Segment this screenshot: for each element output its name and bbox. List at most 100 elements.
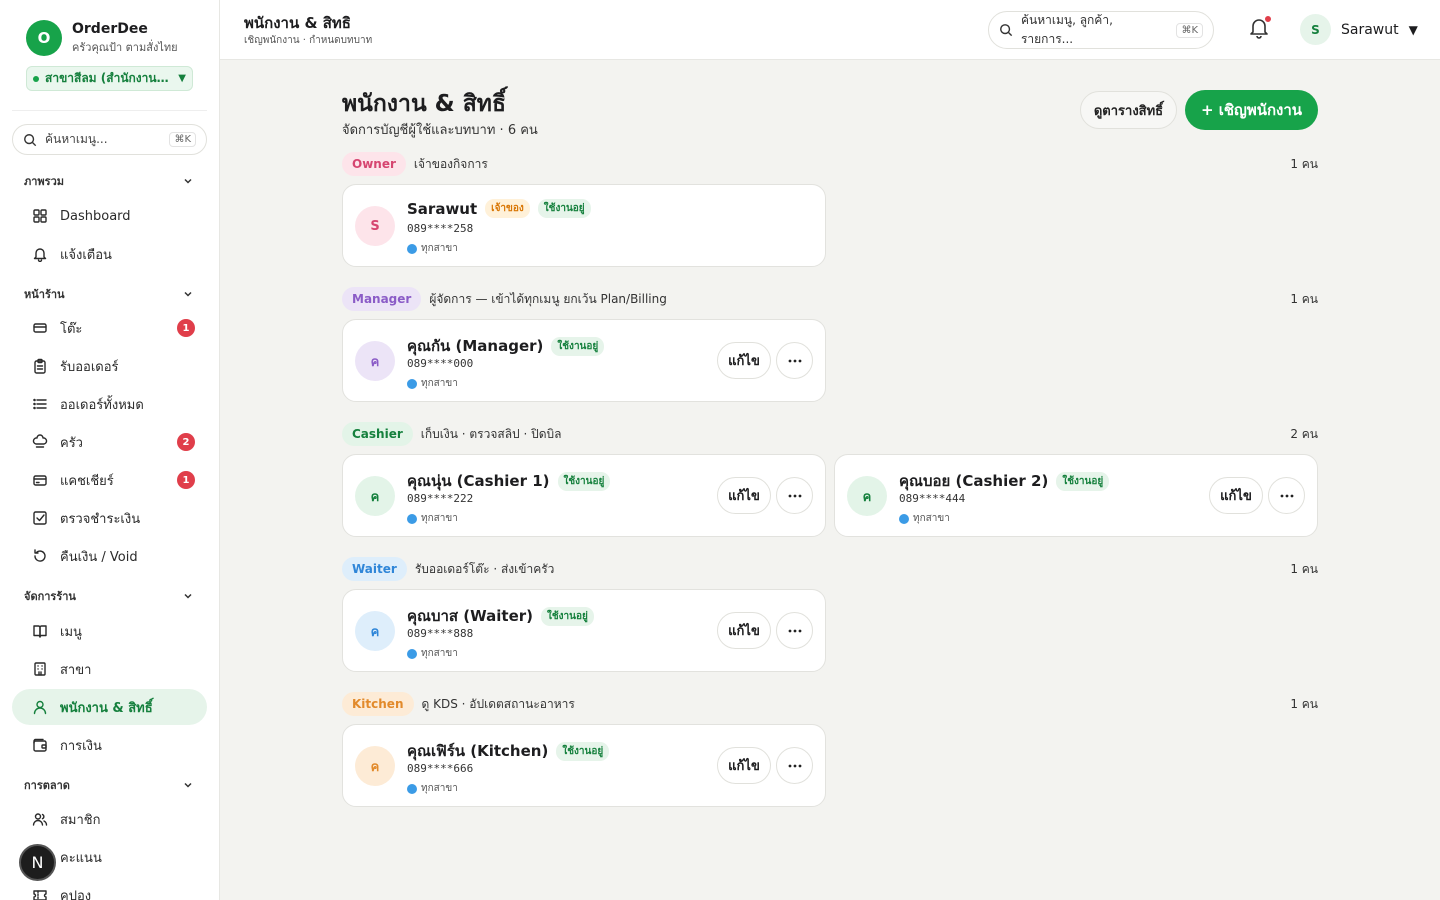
- user-name: Sarawut: [1341, 21, 1399, 38]
- role-group-header: Owner เจ้าของกิจการ 1 คน: [342, 152, 1318, 176]
- role-pill: Manager: [342, 287, 422, 311]
- sidebar-item-label: คะแนน: [60, 850, 102, 866]
- sidebar-item[interactable]: พนักงาน & สิทธิ์: [12, 689, 207, 725]
- global-search[interactable]: ค้นหาเมนู, ลูกค้า, รายการ... ⌘K: [988, 11, 1214, 49]
- sidebar-item-label: ตรวจชำระเงิน: [60, 511, 141, 527]
- staff-name: คุณนุ่น (Cashier 1): [407, 472, 550, 490]
- globe-icon: [899, 513, 909, 524]
- role-description: เก็บเงิน · ตรวจสลิป · ปิดบิล: [420, 426, 562, 441]
- role-description: รับออเดอร์โต๊ะ · ส่งเข้าครัว: [414, 561, 555, 576]
- more-options-button[interactable]: [776, 612, 813, 649]
- chevron-down-icon: ▼: [178, 73, 186, 84]
- sidebar-item[interactable]: แจ้งเตือน: [12, 236, 207, 272]
- topbar-title: พนักงาน & สิทธิ: [244, 14, 351, 32]
- page-subtitle: จัดการบัญชีผู้ใช้และบทบาท · 6 คน: [342, 123, 538, 138]
- more-options-button[interactable]: [776, 342, 813, 379]
- avatar: S: [355, 206, 395, 246]
- sidebar-item[interactable]: ตรวจชำระเงิน: [12, 500, 207, 536]
- status-badge: ใช้งานอยู่: [556, 741, 610, 761]
- sidebar-item-label: แจ้งเตือน: [60, 247, 112, 263]
- count-badge: 1: [177, 471, 195, 489]
- role-description: เจ้าของกิจการ: [413, 156, 488, 171]
- page-title: พนักงาน & สิทธิ์: [342, 91, 506, 117]
- edit-button[interactable]: แก้ไข: [717, 612, 771, 649]
- user-menu[interactable]: S Sarawut ▼: [1300, 14, 1418, 45]
- more-options-button[interactable]: [1268, 477, 1305, 514]
- nav-section-header[interactable]: การตลาด: [24, 776, 193, 794]
- role-pill: Waiter: [342, 557, 407, 581]
- count-badge: 1: [177, 319, 195, 337]
- owner-badge: เจ้าของ: [485, 199, 530, 218]
- view-permissions-button[interactable]: ดูตารางสิทธิ์: [1080, 91, 1177, 129]
- more-options-button[interactable]: [776, 477, 813, 514]
- staff-name: คุณกัน (Manager): [407, 337, 544, 355]
- brand-logo: O: [26, 20, 62, 56]
- list-icon: [33, 398, 47, 410]
- sidebar-item[interactable]: เมนู: [12, 613, 207, 649]
- name-row: คุณกัน (Manager) ใช้งานอยู่: [407, 334, 605, 358]
- edit-button[interactable]: แก้ไข: [1209, 477, 1263, 514]
- shortcut-hint: ⌘K: [1176, 22, 1203, 38]
- wallet-icon: [33, 738, 47, 752]
- nav-section-header[interactable]: ภาพรวม: [24, 172, 193, 190]
- edit-button[interactable]: แก้ไข: [717, 747, 771, 784]
- sidebar-item[interactable]: คืนเงิน / Void: [12, 538, 207, 574]
- sidebar-item[interactable]: โต๊ะ 1: [12, 310, 207, 346]
- more-options-button[interactable]: [776, 747, 813, 784]
- edit-button[interactable]: แก้ไข: [717, 342, 771, 379]
- status-badge: ใช้งานอยู่: [551, 336, 605, 356]
- count-badge: 2: [177, 433, 195, 451]
- nav-section-header[interactable]: หน้าร้าน: [24, 285, 193, 303]
- chevron-down-icon: [184, 782, 192, 788]
- sidebar-item[interactable]: สมาชิก: [12, 801, 207, 837]
- sidebar-item-label: แคชเชียร์: [60, 473, 114, 489]
- sidebar-item-label: การเงิน: [60, 738, 102, 754]
- role-pill: Owner: [342, 152, 406, 176]
- sidebar-item[interactable]: รับออเดอร์: [12, 348, 207, 384]
- sidebar-item[interactable]: การเงิน: [12, 727, 207, 763]
- branch-scope: ทุกสาขา: [407, 781, 458, 796]
- invite-staff-button[interactable]: + เชิญพนักงาน: [1185, 90, 1318, 130]
- role-description: ดู KDS · อัปเดตสถานะอาหาร: [421, 696, 575, 711]
- sidebar-item-label: เมนู: [60, 624, 82, 640]
- staff-name: คุณบาส (Waiter): [407, 607, 533, 625]
- sidebar-item-label: โต๊ะ: [60, 321, 83, 337]
- sidebar-item[interactable]: ครัว 2: [12, 424, 207, 460]
- globe-icon: [407, 378, 417, 389]
- nav-section-header[interactable]: จัดการร้าน: [24, 587, 193, 605]
- branch-selector[interactable]: สาขาสีลม (สำนักงานให... ▼: [26, 66, 193, 91]
- sidebar-item-label: ออเดอร์ทั้งหมด: [60, 397, 144, 413]
- staff-card-cashier[interactable]: ค คุณนุ่น (Cashier 1) ใช้งานอยู่ 089****222…: [342, 454, 826, 537]
- ellipsis-icon: [788, 764, 801, 767]
- edit-button[interactable]: แก้ไข: [717, 477, 771, 514]
- staff-card-cashier[interactable]: ค คุณบอย (Cashier 2) ใช้งานอยู่ 089****444 ท…: [834, 454, 1318, 537]
- role-group-header: Manager ผู้จัดการ — เข้าได้ทุกเมนู ยกเว้น…: [342, 287, 1318, 311]
- staff-phone: 089****222: [407, 492, 474, 505]
- staff-card-manager[interactable]: ค คุณกัน (Manager) ใช้งานอยู่ 089****000 ทุก…: [342, 319, 826, 402]
- name-row: คุณนุ่น (Cashier 1) ใช้งานอยู่: [407, 469, 611, 493]
- floating-action-button[interactable]: N: [19, 844, 56, 881]
- staff-card-owner[interactable]: S Sarawut เจ้าของ ใช้งานอยู่ 089****258 ทุกสา…: [342, 184, 826, 267]
- search-icon: [24, 133, 37, 146]
- role-group-header: Cashier เก็บเงิน · ตรวจสลิป · ปิดบิล 2 คน: [342, 422, 1318, 446]
- brand-name: OrderDee: [72, 20, 148, 37]
- status-badge: ใช้งานอยู่: [537, 199, 591, 218]
- sidebar-search[interactable]: ค้นหาเมนู... ⌘K: [12, 124, 207, 155]
- role-group-header: Waiter รับออเดอร์โต๊ะ · ส่งเข้าครัว 1 คน: [342, 557, 1318, 581]
- sidebar-item[interactable]: แคชเชียร์ 1: [12, 462, 207, 498]
- sidebar-item-label: ครัว: [60, 435, 83, 451]
- avatar: ค: [355, 746, 395, 786]
- status-badge: ใช้งานอยู่: [1056, 471, 1110, 491]
- staff-name: Sarawut: [407, 199, 478, 218]
- role-description: ผู้จัดการ — เข้าได้ทุกเมนู ยกเว้น Plan/B…: [429, 291, 667, 306]
- sidebar-item[interactable]: ออเดอร์ทั้งหมด: [12, 386, 207, 422]
- sidebar-item[interactable]: สาขา: [12, 651, 207, 687]
- ellipsis-icon: [788, 629, 801, 632]
- table-icon: [33, 323, 47, 333]
- staff-card-kitchen[interactable]: ค คุณเฟิร์น (Kitchen) ใช้งานอยู่ 089****666…: [342, 724, 826, 807]
- branch-scope: ทุกสาขา: [407, 241, 458, 256]
- staff-card-waiter[interactable]: ค คุณบาส (Waiter) ใช้งานอยู่ 089****888 ทุกส…: [342, 589, 826, 672]
- role-pill: Cashier: [342, 422, 413, 446]
- sidebar-item[interactable]: Dashboard: [12, 198, 207, 234]
- role-member-count: 1 คน: [1290, 156, 1318, 171]
